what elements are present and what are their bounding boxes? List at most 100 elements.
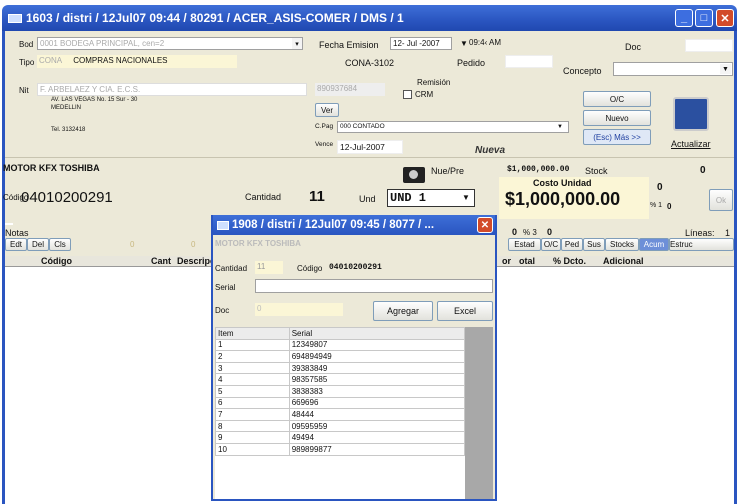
dialog-doc-label: Doc — [215, 306, 230, 315]
serial-row[interactable]: 9 49494 — [215, 431, 466, 444]
actualizar-button[interactable]: Actualizar — [671, 139, 711, 149]
nuepre-label: Nue/Pre — [431, 166, 465, 176]
nuevo-button[interactable]: Nuevo — [583, 110, 651, 126]
ver-button[interactable]: Ver — [315, 103, 339, 117]
col-serial[interactable]: Serial — [288, 327, 466, 340]
pct3-label: % 3 — [523, 228, 537, 237]
ok-button[interactable]: Ok — [709, 189, 733, 211]
tab-estad[interactable]: Estad — [508, 238, 541, 251]
pedido-field[interactable] — [505, 55, 553, 68]
serial-table: Item Serial 1 12349807 2 694894949 3 393838… — [215, 327, 466, 456]
maximize-button[interactable]: □ — [695, 9, 713, 27]
col-total[interactable]: otal — [519, 256, 535, 266]
row-serial: 669696 — [288, 396, 466, 410]
nit-field[interactable]: F. ARBELAEZ Y CIA. E.C.S. — [37, 83, 307, 96]
tab-ped[interactable]: Ped — [561, 238, 583, 251]
vence-field[interactable]: 12-Jul-2007 — [337, 140, 403, 154]
city: MEDELLIN — [51, 105, 82, 111]
tipo-value: COMPRAS NACIONALES — [73, 56, 168, 65]
excel-button[interactable]: Excel — [437, 301, 493, 321]
fecha-field[interactable]: 12- Jul -2007 — [390, 37, 452, 50]
clear-button[interactable]: Cls — [49, 238, 71, 251]
serial-row[interactable]: 10 989899877 — [215, 442, 466, 456]
serial-row[interactable]: 1 12349807 — [215, 338, 466, 352]
address: AV. LAS VEGAS No. 15 Sur - 30 — [51, 97, 138, 103]
camera-icon[interactable] — [403, 167, 425, 183]
serial-row[interactable]: 2 694894949 — [215, 350, 466, 363]
dialog-doc-field[interactable]: 0 — [255, 303, 343, 316]
tab-estruc[interactable]: Estruc — [669, 238, 734, 251]
close-button[interactable]: ✕ — [716, 9, 734, 27]
oc-button[interactable]: O/C — [583, 91, 651, 107]
window-title-bar: 1603 / distri / 12Jul07 09:44 / 80291 / … — [2, 5, 737, 31]
serial-dialog: 1908 / distri / 12Jul07 09:45 / 8077 / .… — [211, 215, 497, 501]
agregar-button[interactable]: Agregar — [373, 301, 433, 321]
serial-row[interactable]: 8 09595959 — [215, 419, 466, 433]
tab-acum[interactable]: Acum — [639, 238, 669, 251]
col-valor[interactable]: or — [502, 256, 511, 266]
dialog-title-bar: 1908 / distri / 12Jul07 09:45 / 8077 / .… — [213, 215, 495, 235]
delete-button[interactable]: Del — [27, 238, 49, 251]
edit-button[interactable]: Edt — [5, 238, 27, 251]
stock-value: 0 — [700, 165, 706, 176]
bod-select[interactable]: 0001 BODEGA PRINCIPAL, cen=2 — [37, 37, 303, 50]
row-serial: 989899877 — [288, 442, 466, 456]
serial-row[interactable]: 5 3838383 — [215, 384, 466, 398]
serial-table-wrap[interactable]: Item Serial 1 12349807 2 694894949 3 393838… — [215, 327, 466, 499]
und-dropdown-icon[interactable]: ▼ — [462, 193, 470, 202]
dialog-cantidad-field[interactable]: 11 — [255, 261, 283, 274]
costo-label: Costo Unidad — [533, 178, 592, 188]
col-item[interactable]: Item — [215, 327, 290, 340]
cpag-select[interactable]: 000 CONTADO — [337, 121, 569, 133]
dialog-serial-input[interactable] — [255, 279, 493, 293]
doc-field[interactable] — [685, 39, 733, 52]
row-serial: 3838383 — [288, 384, 466, 398]
serial-row[interactable]: 6 669696 — [215, 396, 466, 410]
esc-mas-button[interactable]: (Esc) Más >> — [583, 129, 651, 145]
cantidad-value[interactable]: 11 — [309, 188, 325, 205]
dialog-close-button[interactable]: ✕ — [477, 217, 493, 233]
row-item: 1 — [215, 338, 290, 352]
zero-d[interactable]: 0 — [547, 227, 552, 237]
tab-stocks[interactable]: Stocks — [605, 238, 639, 251]
row-serial: 39383849 — [288, 361, 466, 375]
col-adicional[interactable]: Adicional — [603, 256, 644, 266]
crm-checkbox[interactable] — [403, 90, 412, 99]
pedido-label: Pedido — [457, 58, 486, 68]
zero-b[interactable]: 0 — [667, 202, 671, 211]
dialog-codigo-value: 04010200291 — [329, 263, 382, 272]
remision-field[interactable]: 890937684 — [315, 83, 385, 96]
toolbar-count-1: 0 — [130, 240, 135, 249]
serial-row[interactable]: 3 39383849 — [215, 361, 466, 375]
tipo-field[interactable]: CONA COMPRAS NACIONALES — [37, 55, 237, 68]
product-name: MOTOR KFX TOSHIBA — [3, 163, 100, 173]
serial-row[interactable]: 7 48444 — [215, 408, 466, 421]
col-dcto[interactable]: % Dcto. — [553, 256, 586, 266]
dialog-serial-label: Serial — [215, 283, 236, 292]
lineas-value: 1 — [725, 228, 731, 238]
row-item: 2 — [215, 350, 290, 363]
concepto-select[interactable]: ▼ — [613, 62, 733, 76]
minimize-button[interactable]: _ — [675, 9, 693, 27]
tab-sus[interactable]: Sus — [583, 238, 605, 251]
lineas-label: Líneas: — [685, 228, 715, 238]
bod-dropdown-icon[interactable]: ▾ — [292, 38, 302, 49]
save-disk-icon[interactable] — [673, 97, 709, 131]
tab-oc[interactable]: O/C — [541, 238, 561, 251]
row-item: 4 — [215, 373, 290, 386]
costo-value[interactable]: $1,000,000.00 — [505, 189, 620, 210]
col-cant[interactable]: Cant — [151, 256, 171, 266]
cpag-dropdown-icon[interactable]: ▼ — [557, 124, 563, 130]
codigo-value[interactable]: 04010200291 — [21, 189, 113, 206]
cantidad-label: Cantidad — [245, 192, 282, 202]
col-codigo[interactable]: Código — [41, 256, 72, 266]
nueva-status: Nueva — [475, 145, 506, 156]
dialog-app-icon — [217, 220, 229, 230]
serial-row[interactable]: 4 98357585 — [215, 373, 466, 386]
dropdown-arrow-icon[interactable]: ▼ — [460, 39, 468, 48]
notas-field[interactable] — [5, 223, 13, 225]
tipo-label: Tipo — [19, 58, 35, 67]
hora-value[interactable]: 09:4‹ AM — [469, 38, 501, 47]
app-icon — [8, 13, 22, 23]
serial-table-scroll-area[interactable] — [465, 327, 493, 499]
